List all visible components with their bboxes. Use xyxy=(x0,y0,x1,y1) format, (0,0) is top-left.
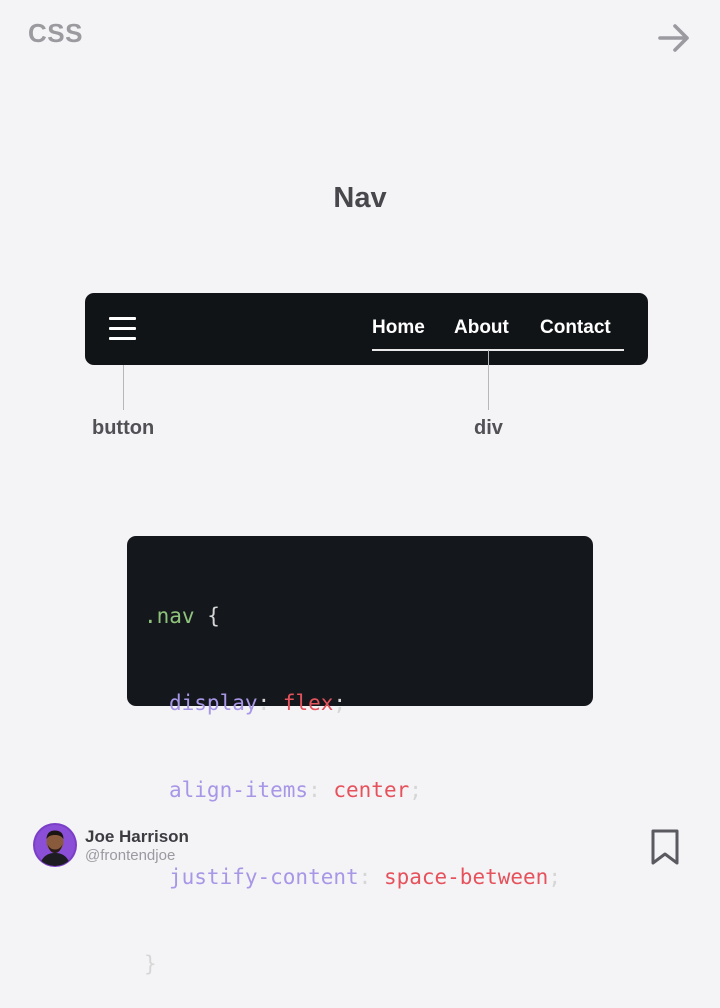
nav-demo: Home About Contact xyxy=(85,293,648,365)
code-property: display xyxy=(169,691,258,715)
css-code-block: .nav { display: flex; align-items: cente… xyxy=(127,536,593,976)
code-value: space-between xyxy=(383,865,549,889)
button-connector-line xyxy=(123,365,124,410)
topic-tag: CSS xyxy=(28,18,83,48)
avatar[interactable] xyxy=(33,823,77,867)
page-title: Nav xyxy=(333,182,387,214)
code-property: align-items xyxy=(169,778,309,802)
code-line-justify-content: justify-content: space-between; xyxy=(169,865,561,889)
author-handle[interactable]: @frontendjoe xyxy=(85,847,175,864)
code-line-display: display: flex; xyxy=(169,691,347,715)
author-name: Joe Harrison xyxy=(85,827,189,846)
bookmark-icon[interactable] xyxy=(650,828,680,866)
div-connector-line xyxy=(488,350,489,410)
code-line-align-items: align-items: center; xyxy=(169,778,422,802)
nav-link-home[interactable]: Home xyxy=(372,317,425,339)
nav-links-div: Home About Contact xyxy=(372,315,624,351)
code-value: flex xyxy=(282,691,334,715)
button-annotation: button xyxy=(92,417,155,439)
code-line-close: } xyxy=(144,950,593,979)
code-line-selector: .nav { xyxy=(144,602,593,631)
nav-link-contact[interactable]: Contact xyxy=(540,317,611,339)
code-close-brace: } xyxy=(144,952,157,976)
hamburger-menu-icon[interactable] xyxy=(109,317,136,341)
code-value: center xyxy=(333,778,410,802)
nav-link-about[interactable]: About xyxy=(454,317,509,339)
code-selector: .nav xyxy=(144,604,195,628)
code-open-brace: { xyxy=(207,604,220,628)
arrow-right-icon[interactable] xyxy=(656,20,692,56)
div-annotation: div xyxy=(474,417,503,439)
code-property: justify-content xyxy=(169,865,359,889)
